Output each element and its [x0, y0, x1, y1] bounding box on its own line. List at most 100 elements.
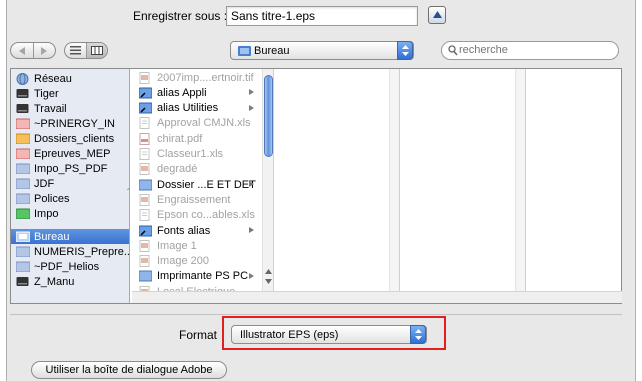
- file-item-label: Engraissement: [157, 193, 231, 206]
- sidebar-item[interactable]: Polices: [11, 191, 129, 206]
- file-item-label: Dossier ...E ET DET: [157, 178, 256, 191]
- file-item[interactable]: Imprimante PS PC: [132, 269, 262, 284]
- sidebar-item[interactable]: Dossiers_clients: [11, 131, 129, 146]
- alias-folder-icon: [138, 225, 153, 237]
- file-item-label: Epson co...ables.xls: [157, 209, 255, 222]
- sidebar-item-label: JDF: [34, 177, 55, 190]
- vertical-scrollbar[interactable]: [262, 69, 273, 303]
- desktop-icon: [15, 231, 31, 243]
- document-icon: [139, 117, 152, 130]
- file-item-label: Image 1: [157, 239, 197, 252]
- file-item-label: alias Appli: [157, 86, 207, 99]
- hard-drive-icon: [16, 103, 30, 114]
- format-label: Format: [179, 328, 218, 342]
- file-item-label: alias Utilities: [157, 102, 219, 115]
- search-input[interactable]: [459, 44, 609, 56]
- filename-input[interactable]: [226, 6, 418, 26]
- column-view-button[interactable]: [85, 43, 107, 58]
- sidebar-item-label: Réseau: [34, 72, 72, 85]
- file-item[interactable]: degradé: [132, 162, 262, 177]
- back-button[interactable]: [11, 43, 33, 58]
- file-item-label: degradé: [157, 163, 198, 176]
- sidebar-item-label: Travail: [34, 102, 67, 115]
- sidebar-item-label: Impo: [34, 207, 59, 220]
- sidebar-item[interactable]: Réseau: [11, 71, 129, 86]
- alias-folder-icon: [138, 102, 153, 114]
- file-item[interactable]: Image 1: [132, 238, 262, 253]
- horizontal-scrollbar[interactable]: [132, 291, 622, 303]
- list-view-button[interactable]: [65, 43, 86, 58]
- navigation-buttons: [10, 42, 56, 59]
- location-label: Bureau: [254, 45, 290, 57]
- file-item-label: Image 200: [157, 255, 209, 268]
- disclosure-arrow-icon: [249, 104, 254, 111]
- use-adobe-dialog-button[interactable]: Utiliser la boîte de dialogue Adobe: [31, 361, 227, 379]
- file-item-label: 2007imp....ertnoir.tif: [157, 71, 254, 84]
- disclosure-arrow-icon: [249, 89, 254, 96]
- save-as-label: Enregistrer sous :: [133, 9, 228, 23]
- folder-icon: [138, 179, 153, 191]
- empty-column: [274, 69, 400, 303]
- network-globe-icon: [16, 73, 30, 85]
- view-mode-buttons: [64, 42, 108, 59]
- folder-icon: [15, 178, 31, 190]
- folder-icon: [15, 163, 31, 175]
- empty-column: [400, 69, 526, 303]
- disclosure-arrow-icon: [249, 181, 254, 188]
- sidebar-item-label: Tiger: [34, 87, 59, 100]
- updown-arrows-icon: [397, 41, 413, 60]
- sidebar-item[interactable]: NUMERIS_Prepre...: [11, 244, 129, 259]
- sidebar-item-label: Z_Manu: [34, 275, 75, 288]
- file-item[interactable]: Engraissement: [132, 192, 262, 207]
- folder-icon: [138, 270, 153, 282]
- triangle-up-icon: [433, 11, 442, 18]
- forward-button[interactable]: [32, 43, 56, 58]
- sidebar-item-label: NUMERIS_Prepre...: [34, 245, 129, 258]
- scroll-arrows[interactable]: [263, 267, 273, 287]
- document-icon: [139, 148, 152, 160]
- file-item[interactable]: Dossier ...E ET DET: [132, 177, 262, 192]
- sidebar-item[interactable]: Travail: [11, 101, 129, 116]
- file-item-label: Imprimante PS PC: [157, 270, 249, 283]
- file-item[interactable]: chirat.pdf: [132, 131, 262, 146]
- file-item[interactable]: 2007imp....ertnoir.tif: [132, 70, 262, 85]
- file-item[interactable]: Image 200: [132, 254, 262, 269]
- file-item[interactable]: Classeur1.xls: [132, 147, 262, 162]
- file-browser: Réseau Tiger Travail ~PRINERGY_IN Dossiers_c…: [10, 68, 622, 304]
- file-item[interactable]: Fonts alias: [132, 223, 262, 238]
- sidebar-item-label: Epreuves_MEP: [34, 147, 111, 160]
- search-field[interactable]: [441, 41, 619, 60]
- forward-arrow-icon: [41, 46, 48, 55]
- desktop-folder-icon: [238, 46, 251, 56]
- location-popup[interactable]: Bureau: [230, 41, 414, 60]
- disclosure-arrow-icon: [249, 272, 254, 279]
- sidebar-item[interactable]: Z_Manu: [11, 274, 129, 289]
- folder-icon: [15, 246, 31, 258]
- sidebar-item[interactable]: Impo_PS_PDF: [11, 161, 129, 176]
- file-item[interactable]: Approval CMJN.xls: [132, 116, 262, 131]
- sidebar-item[interactable]: Impo: [11, 206, 129, 221]
- sidebar-item[interactable]: JDF: [11, 176, 129, 191]
- sidebar-item-label: Bureau: [34, 230, 70, 243]
- file-item[interactable]: Epson co...ables.xls: [132, 208, 262, 223]
- sidebar-item[interactable]: ~PRINERGY_IN: [11, 116, 129, 131]
- highlight-box: [222, 316, 446, 350]
- collapse-button[interactable]: [428, 6, 446, 24]
- back-arrow-icon: [18, 46, 25, 55]
- search-icon: [448, 45, 458, 56]
- red-folder-icon: [15, 148, 31, 160]
- sidebar-item[interactable]: Epreuves_MEP: [11, 146, 129, 161]
- hard-drive-icon: [16, 88, 30, 99]
- hard-drive-icon: [16, 276, 30, 287]
- sidebar-item[interactable]: ~PDF_Helios: [11, 259, 129, 274]
- sidebar-item[interactable]: Bureau: [11, 229, 129, 244]
- scroll-thumb[interactable]: [264, 75, 273, 157]
- file-item[interactable]: alias Utilities: [132, 101, 262, 116]
- file-column: 2007imp....ertnoir.tif alias Appli alias U…: [132, 69, 274, 303]
- sidebar-item[interactable]: Tiger: [11, 86, 129, 101]
- column-view-icon: [90, 46, 103, 55]
- splitter-handle[interactable]: ‸: [127, 181, 130, 190]
- file-item-label: Approval CMJN.xls: [157, 117, 251, 130]
- orange-folder-icon: [15, 133, 31, 145]
- file-item[interactable]: alias Appli: [132, 85, 262, 100]
